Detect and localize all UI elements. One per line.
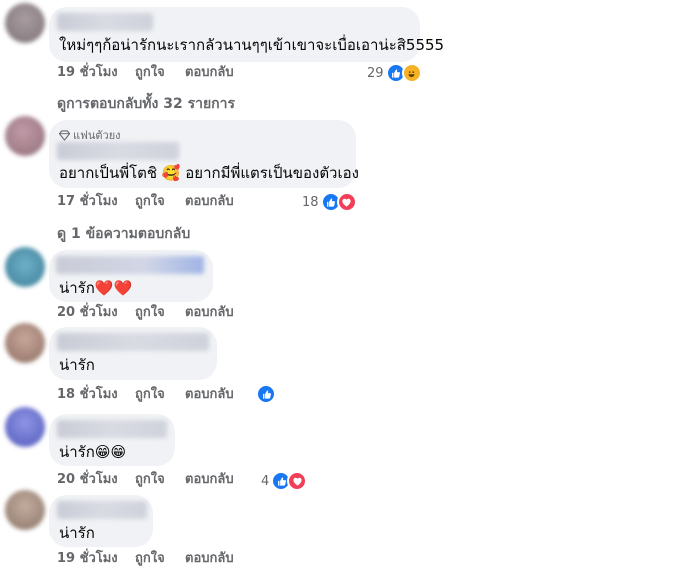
timestamp[interactable]: 20 ชั่วโมง — [57, 472, 135, 488]
comment-text: น่ารัก😁😁 — [59, 443, 127, 461]
timestamp[interactable]: 18 ชั่วโมง — [57, 387, 135, 403]
commenter-name[interactable] — [56, 256, 204, 274]
reply-button[interactable]: ตอบกลับ — [185, 305, 234, 321]
avatar[interactable] — [5, 247, 45, 287]
reaction-count: 4 — [261, 473, 270, 489]
comment-actions: 18 ชั่วโมง ถูกใจ ตอบกลับ — [57, 387, 234, 403]
comment-bubble: แฟนตัวยง อยากเป็นพี่โตชิ 🥰 อยากมีพี่แตรเ… — [49, 120, 359, 188]
comment-bubble: ใหม่ๆๆก้อน่ารักนะเรากลัวนานๆๆเข้าเขาจะเบ… — [49, 7, 444, 62]
comment-actions: 17 ชั่วโมง ถูกใจ ตอบกลับ — [57, 194, 234, 210]
view-replies-link[interactable]: ดูการตอบกลับทั้ง 32 รายการ — [57, 93, 235, 115]
commenter-name[interactable] — [57, 333, 209, 351]
commenter-name[interactable] — [57, 420, 167, 438]
comment-text: น่ารัก❤️❤️ — [59, 278, 132, 298]
comment-actions: 19 ชั่วโมง ถูกใจ ตอบกลับ — [57, 65, 234, 81]
reaction-summary[interactable]: 18 — [302, 192, 357, 212]
avatar[interactable] — [5, 490, 45, 530]
comment-bubble: น่ารัก — [49, 495, 153, 547]
comment-text: น่ารัก — [59, 356, 95, 374]
commenter-name[interactable] — [57, 13, 153, 31]
comment-actions: 20 ชั่วโมง ถูกใจ ตอบกลับ — [57, 305, 234, 321]
reply-button[interactable]: ตอบกลับ — [185, 65, 234, 81]
like-icon — [256, 384, 276, 404]
like-button[interactable]: ถูกใจ — [135, 305, 185, 321]
comment-bubble: น่ารัก — [49, 327, 217, 380]
comment-text-value: น่ารัก❤️❤️ — [59, 279, 133, 297]
reply-button[interactable]: ตอบกลับ — [185, 472, 234, 488]
timestamp[interactable]: 20 ชั่วโมง — [57, 305, 135, 321]
timestamp[interactable]: 19 ชั่วโมง — [57, 551, 135, 567]
reaction-summary[interactable] — [256, 384, 276, 404]
reaction-count: 29 — [367, 65, 384, 81]
reaction-summary[interactable]: 4 — [261, 471, 308, 491]
haha-icon — [401, 63, 422, 83]
comment-actions: 19 ชั่วโมง ถูกใจ ตอบกลับ — [57, 551, 234, 567]
commenter-name[interactable] — [57, 501, 147, 519]
reaction-count: 18 — [302, 194, 319, 210]
comment-bubble: น่ารัก😁😁 — [49, 414, 175, 466]
avatar[interactable] — [5, 3, 45, 43]
reply-button[interactable]: ตอบกลับ — [185, 551, 234, 567]
reaction-summary[interactable]: 29 — [367, 63, 422, 83]
comment-bubble: น่ารัก❤️❤️ — [49, 250, 213, 302]
like-button[interactable]: ถูกใจ — [135, 194, 185, 210]
like-button[interactable]: ถูกใจ — [135, 472, 185, 488]
love-icon — [287, 471, 308, 491]
avatar[interactable] — [5, 407, 45, 447]
comment-actions: 20 ชั่วโมง ถูกใจ ตอบกลับ — [57, 472, 234, 488]
reply-button[interactable]: ตอบกลับ — [185, 194, 234, 210]
love-icon — [336, 192, 357, 212]
like-button[interactable]: ถูกใจ — [135, 551, 185, 567]
timestamp[interactable]: 19 ชั่วโมง — [57, 65, 135, 81]
reply-button[interactable]: ตอบกลับ — [185, 387, 234, 403]
commenter-name[interactable] — [57, 142, 179, 160]
comment-text: ใหม่ๆๆก้อน่ารักนะเรากลัวนานๆๆเข้าเขาจะเบ… — [59, 36, 445, 54]
like-button[interactable]: ถูกใจ — [135, 387, 185, 403]
avatar[interactable] — [5, 323, 45, 363]
comment-text: อยากเป็นพี่โตชิ 🥰 อยากมีพี่แตรเป็นของตัว… — [59, 164, 359, 182]
like-button[interactable]: ถูกใจ — [135, 65, 185, 81]
timestamp[interactable]: 17 ชั่วโมง — [57, 194, 135, 210]
avatar[interactable] — [5, 116, 45, 156]
diamond-icon — [59, 129, 70, 141]
view-replies-link[interactable]: ดู 1 ข้อความตอบกลับ — [57, 223, 190, 245]
comment-text: น่ารัก — [59, 524, 95, 542]
